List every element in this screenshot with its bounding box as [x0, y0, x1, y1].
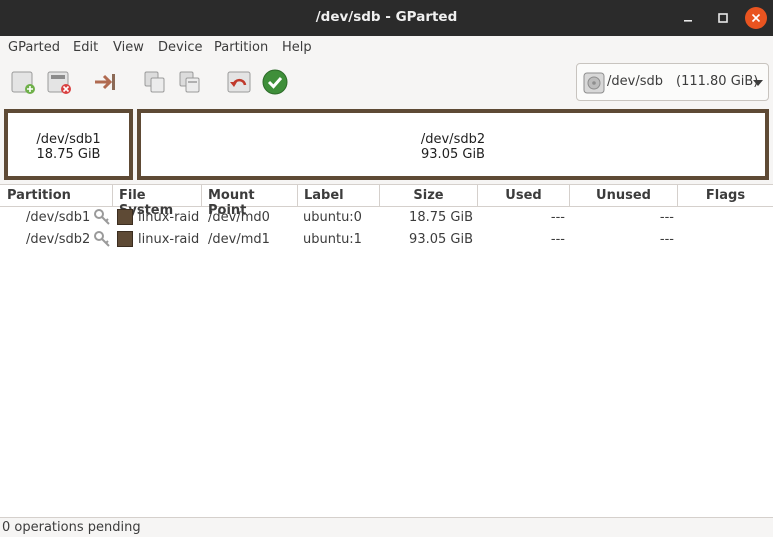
close-button[interactable]: [738, 0, 773, 36]
device-name: /dev/sdb: [607, 74, 663, 89]
menu-partition[interactable]: Partition: [214, 40, 268, 55]
cell-partition: /dev/sdb1: [26, 210, 91, 225]
close-icon: [745, 7, 767, 29]
new-partition-button[interactable]: [9, 68, 37, 96]
column-used[interactable]: Used: [478, 185, 570, 207]
cell-label: ubuntu:0: [303, 210, 362, 225]
device-selector[interactable]: /dev/sdb (111.80 GiB): [576, 63, 769, 101]
cell-used: ---: [550, 210, 565, 225]
minimize-icon: [684, 20, 692, 22]
status-bar: 0 operations pending: [0, 517, 773, 537]
delete-partition-icon: [47, 71, 71, 94]
undo-icon: [227, 71, 251, 93]
copy-icon: [144, 71, 165, 93]
cell-mount-point: /dev/md1: [208, 232, 270, 247]
menu-bar: GParted Edit View Device Partition Help: [0, 36, 773, 60]
delete-partition-button[interactable]: [45, 68, 73, 96]
menu-gparted[interactable]: GParted: [8, 40, 60, 55]
visual-partition-name: /dev/sdb1: [36, 132, 101, 147]
cell-partition: /dev/sdb2: [26, 232, 91, 247]
cell-mount-point: /dev/md0: [208, 210, 270, 225]
maximize-button[interactable]: [705, 0, 741, 36]
column-label[interactable]: Label: [298, 185, 380, 207]
partition-table: Partition File System Mount Point Label …: [0, 184, 773, 517]
column-partition[interactable]: Partition: [0, 185, 113, 207]
filesystem-color-swatch: [117, 209, 133, 225]
table-row[interactable]: /dev/sdb2 linux-raid /dev/md1 ubuntu:1 9…: [0, 229, 773, 251]
column-file-system[interactable]: File System: [113, 185, 202, 218]
chevron-down-icon: [753, 80, 763, 86]
cell-file-system: linux-raid: [138, 232, 200, 247]
visual-partition-name: /dev/sdb2: [420, 132, 486, 147]
cell-used: ---: [550, 232, 565, 247]
device-size: (111.80 GiB): [676, 74, 759, 89]
status-text: 0 operations pending: [2, 520, 141, 535]
partition-visual-map: /dev/sdb1 18.75 GiB /dev/sdb2 93.05 GiB: [0, 105, 773, 182]
column-size[interactable]: Size: [380, 185, 478, 207]
title-bar: /dev/sdb - GParted: [0, 0, 773, 36]
menu-help[interactable]: Help: [282, 40, 312, 55]
window-title: /dev/sdb - GParted: [315, 9, 458, 25]
resize-move-button[interactable]: [91, 68, 119, 96]
menu-edit[interactable]: Edit: [73, 40, 98, 55]
undo-button[interactable]: [225, 68, 253, 96]
menu-device[interactable]: Device: [158, 40, 202, 55]
key-icon: [94, 209, 110, 225]
disk-icon: [583, 72, 605, 94]
key-icon: [94, 231, 110, 247]
cell-label: ubuntu:1: [303, 232, 362, 247]
filesystem-color-swatch: [117, 231, 133, 247]
column-flags[interactable]: Flags: [678, 185, 773, 207]
table-row[interactable]: /dev/sdb1 linux-raid /dev/md0 ubuntu:0 1…: [0, 207, 773, 229]
column-unused[interactable]: Unused: [570, 185, 678, 207]
visual-partition-size: 93.05 GiB: [421, 147, 485, 162]
table-header: Partition File System Mount Point Label …: [0, 185, 773, 218]
visual-partition-sdb2[interactable]: /dev/sdb2 93.05 GiB: [137, 109, 769, 180]
visual-partition-size: 18.75 GiB: [36, 147, 101, 162]
visual-partition-sdb1[interactable]: /dev/sdb1 18.75 GiB: [4, 109, 133, 180]
minimize-button[interactable]: [670, 0, 706, 36]
cell-size: 18.75 GiB: [409, 210, 473, 225]
paste-icon: [179, 71, 200, 93]
apply-button[interactable]: [261, 68, 289, 96]
cell-file-system: linux-raid: [138, 210, 200, 225]
menu-view[interactable]: View: [113, 40, 144, 55]
resize-move-icon: [95, 74, 115, 90]
cell-unused: ---: [659, 210, 674, 225]
apply-icon: [262, 69, 288, 95]
new-partition-icon: [11, 71, 35, 94]
copy-button[interactable]: [141, 68, 169, 96]
column-mount-point[interactable]: Mount Point: [202, 185, 298, 218]
maximize-icon: [718, 13, 728, 23]
cell-size: 93.05 GiB: [409, 232, 473, 247]
cell-unused: ---: [659, 232, 674, 247]
paste-button[interactable]: [176, 68, 204, 96]
